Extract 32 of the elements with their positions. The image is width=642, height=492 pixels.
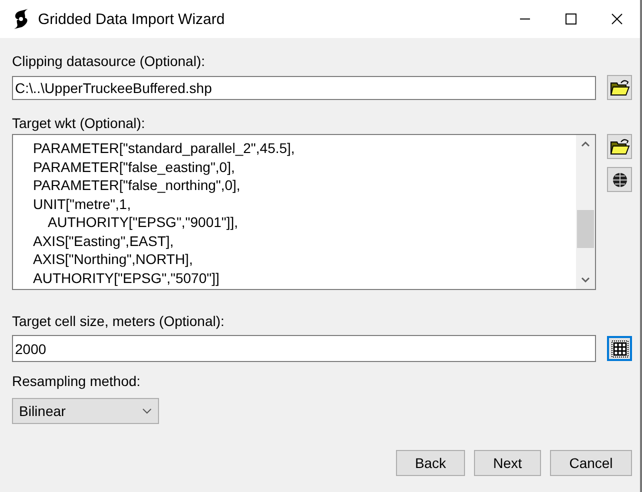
wizard-button[interactable]: Back	[396, 450, 465, 476]
scroll-thumb[interactable]	[577, 210, 594, 248]
window-title: Gridded Data Import Wizard	[38, 10, 225, 28]
text-line: AXIS["Northing",NORTH],	[33, 250, 194, 268]
scrollbar[interactable]	[576, 135, 595, 289]
field-label: Target cell size, meters (Optional):	[12, 312, 226, 331]
text-line: AUTHORITY["EPSG","5070"]]	[33, 268, 220, 287]
browse-button[interactable]	[607, 75, 632, 100]
field-label: Clipping datasource (Optional):	[12, 52, 206, 71]
grid-icon	[610, 340, 628, 358]
input-field[interactable]: C:\..\UpperTruckeeBuffered.shp	[12, 76, 596, 100]
wizard-button[interactable]: Next	[474, 450, 541, 476]
wizard-button[interactable]: Cancel	[550, 450, 632, 476]
input-field[interactable]: 2000	[12, 335, 596, 362]
open-folder-icon	[610, 138, 630, 156]
field-label: Resampling method:	[12, 372, 142, 391]
dropdown[interactable]: Bilinear	[12, 398, 159, 424]
storm-icon	[12, 9, 30, 29]
open-folder-icon	[610, 78, 630, 96]
field-label: Target wkt (Optional):	[12, 114, 146, 133]
globe-button[interactable]	[607, 167, 632, 192]
text-line: PARAMETER["standard_parallel_2",45.5],	[33, 139, 296, 158]
text-line: AUTHORITY["EPSG","9001"]],	[46, 213, 240, 232]
text-area[interactable]	[12, 134, 596, 290]
text-line: PARAMETER["false_northing",0],	[33, 176, 242, 194]
chevron-down-icon	[142, 408, 152, 414]
browse-button[interactable]	[607, 134, 632, 159]
text-line: AXIS["Easting",EAST],	[33, 232, 175, 250]
text-line: UNIT["metre",1,	[33, 194, 132, 213]
text-line: PARAMETER["false_easting",0],	[33, 158, 236, 176]
grid-button[interactable]	[607, 336, 632, 361]
globe-icon	[612, 172, 628, 188]
